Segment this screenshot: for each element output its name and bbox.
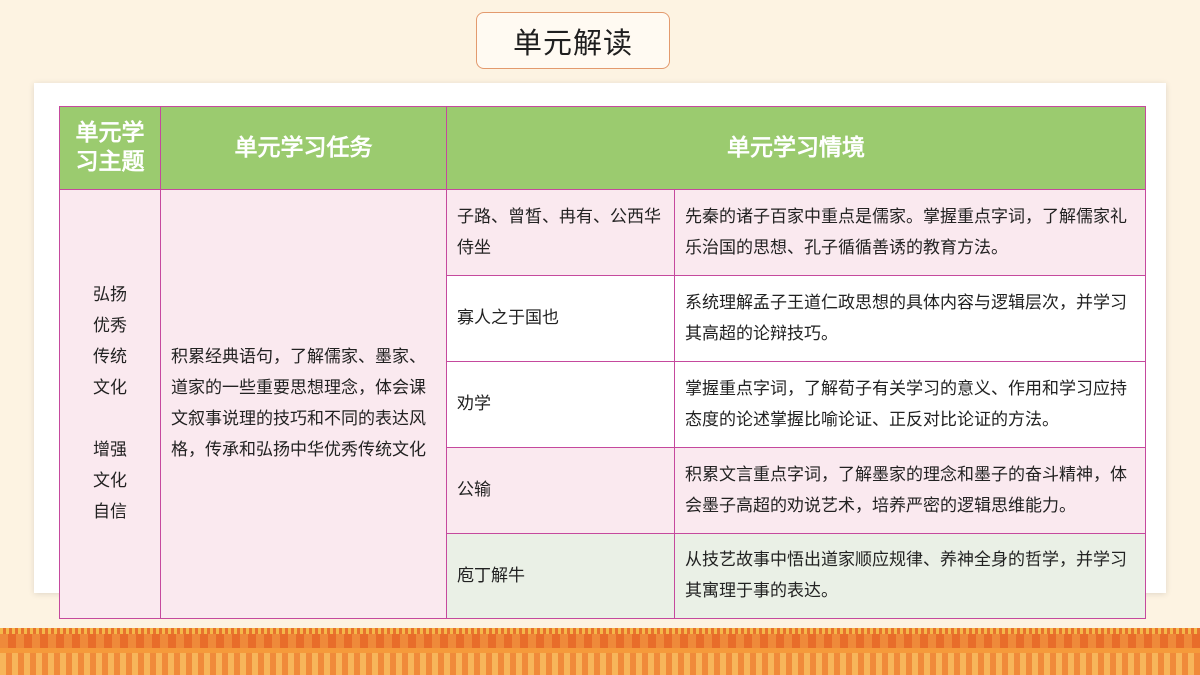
table-header-row: 单元学习主题 单元学习任务 单元学习情境 xyxy=(59,106,1146,190)
lesson-cell: 子路、曾皙、冉有、公西华侍坐 xyxy=(446,189,675,276)
header-situation: 单元学习情境 xyxy=(446,106,1146,190)
theme-spacer xyxy=(61,404,159,435)
theme-line: 弘扬 xyxy=(93,285,127,305)
theme-line: 优秀 xyxy=(93,316,127,336)
theme-cell: 弘扬 优秀 传统 文化 增强 文化 自信 xyxy=(59,189,161,619)
header-theme: 单元学习主题 xyxy=(59,106,161,190)
situation-cell: 系统理解孟子王道仁政思想的具体内容与逻辑层次，并学习其高超的论辩技巧。 xyxy=(674,275,1146,362)
theme-line: 文化 xyxy=(93,378,127,398)
lesson-cell: 公输 xyxy=(446,447,675,534)
situation-cell: 先秦的诸子百家中重点是儒家。掌握重点字词，了解儒家礼乐治国的思想、孔子循循善诱的… xyxy=(674,189,1146,276)
lesson-cell: 劝学 xyxy=(446,361,675,448)
page-title: 单元解读 xyxy=(476,12,670,69)
theme-line: 增强 xyxy=(93,440,127,460)
theme-line: 传统 xyxy=(93,347,127,367)
unit-table: 单元学习主题 单元学习任务 单元学习情境 弘扬 优秀 传统 文化 增强 文化 自… xyxy=(59,106,1146,619)
header-task: 单元学习任务 xyxy=(160,106,447,190)
task-cell: 积累经典语句，了解儒家、墨家、道家的一些重要思想理念，体会课文叙事说理的技巧和不… xyxy=(160,189,447,619)
theme-line: 文化 xyxy=(93,471,127,491)
lesson-cell: 庖丁解牛 xyxy=(446,533,675,619)
table-row: 弘扬 优秀 传统 文化 增强 文化 自信 积累经典语句，了解儒家、墨家、道家的一… xyxy=(59,189,1146,619)
theme-line: 自信 xyxy=(93,502,127,522)
situation-cell: 积累文言重点字词，了解墨家的理念和墨子的奋斗精神，体会墨子高超的劝说艺术，培养严… xyxy=(674,447,1146,534)
lesson-cell: 寡人之于国也 xyxy=(446,275,675,362)
situation-cell: 掌握重点字词，了解荀子有关学习的意义、作用和学习应持态度的论述掌握比喻论证、正反… xyxy=(674,361,1146,448)
decorative-border xyxy=(0,628,1200,675)
situation-cell: 从技艺故事中悟出道家顺应规律、养神全身的哲学，并学习其寓理于事的表达。 xyxy=(674,533,1146,619)
